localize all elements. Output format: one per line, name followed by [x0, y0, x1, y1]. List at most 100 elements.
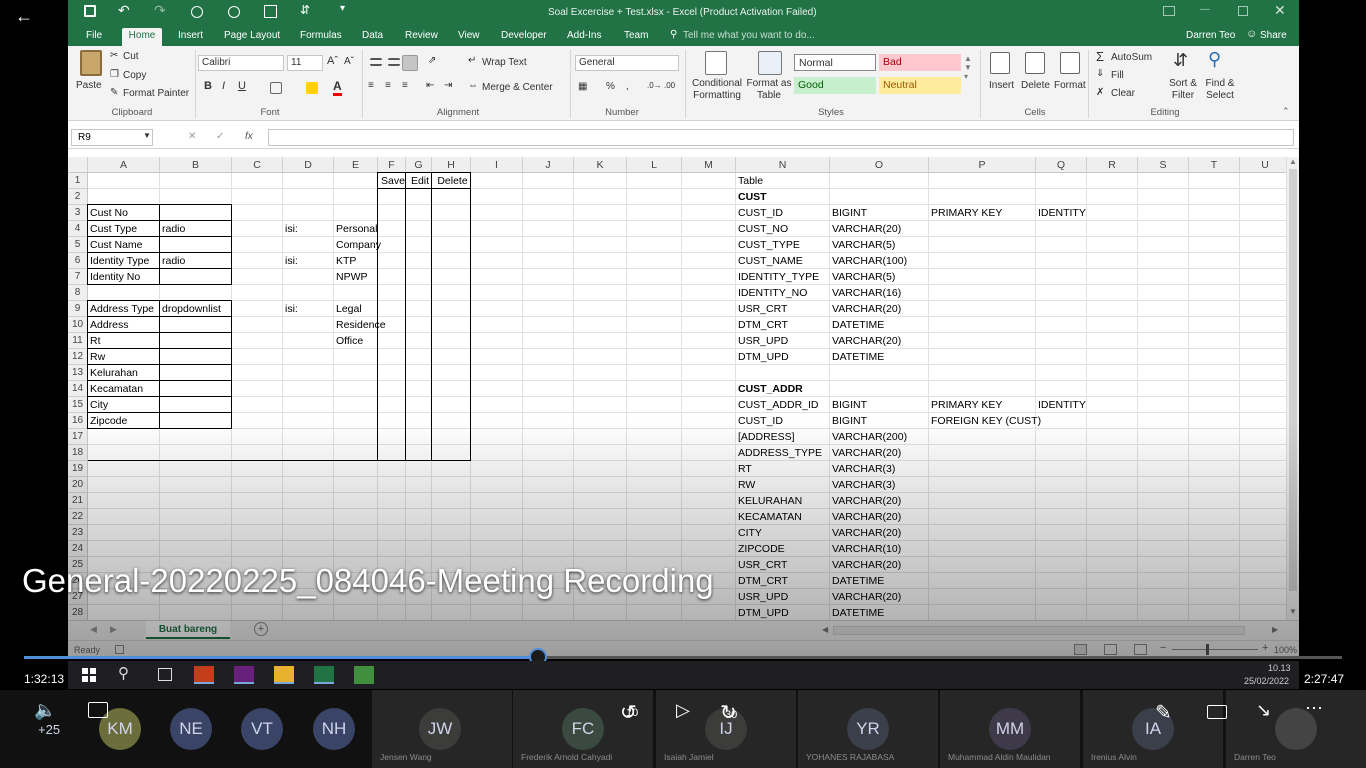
file-explorer-icon[interactable] [274, 666, 294, 684]
fill-button[interactable]: Fill [1111, 70, 1124, 81]
search-icon[interactable]: ⚲ [118, 664, 129, 682]
option-value[interactable]: Residence [334, 317, 386, 333]
row-header[interactable]: 3 [68, 205, 88, 221]
scroll-up-icon[interactable]: ▲ [1289, 157, 1297, 166]
align-middle-icon[interactable] [388, 58, 400, 66]
schema-data-type[interactable]: VARCHAR(20) [830, 493, 929, 509]
share-button[interactable]: Share [1260, 30, 1287, 41]
decrease-font-icon[interactable]: Aˇ [344, 56, 354, 67]
tab-add-ins[interactable]: Add-Ins [563, 28, 605, 46]
field-label[interactable]: Rt [88, 333, 160, 349]
schema-column-name[interactable]: CUST_ID [736, 205, 830, 221]
sort-icon[interactable]: ⇵ [300, 3, 310, 17]
participant-avatar[interactable]: MM [989, 708, 1031, 750]
tab-formulas[interactable]: Formulas [296, 28, 346, 46]
isi-label[interactable]: isi: [283, 301, 334, 317]
schema-column-name[interactable]: RW [736, 477, 830, 493]
field-label[interactable]: Identity No [88, 269, 160, 285]
italic-icon[interactable]: I [222, 80, 225, 92]
visual-studio-icon[interactable] [234, 666, 254, 684]
row-header[interactable]: 19 [68, 461, 88, 477]
excel-icon[interactable] [314, 666, 334, 684]
schema-data-type[interactable]: VARCHAR(20) [830, 525, 929, 541]
close-icon[interactable]: ✕ [1274, 2, 1286, 19]
schema-data-type[interactable]: VARCHAR(3) [830, 461, 929, 477]
undo-icon[interactable]: ↶ [118, 2, 130, 19]
sheet-prev-icon[interactable]: ◀ [90, 624, 97, 635]
column-header[interactable]: S [1138, 157, 1189, 173]
row-header[interactable]: 11 [68, 333, 88, 349]
tab-home[interactable]: Home [122, 28, 162, 46]
column-header[interactable]: I [471, 157, 523, 173]
schema-column-name[interactable]: USR_CRT [736, 301, 830, 317]
schema-column-name[interactable]: CUST_ADDR [736, 381, 830, 397]
indent-icon[interactable]: ⇥ [444, 80, 452, 91]
schema-data-type[interactable]: VARCHAR(20) [830, 589, 929, 605]
tab-insert[interactable]: Insert [174, 28, 207, 46]
hscroll-left-icon[interactable]: ◀ [822, 625, 828, 634]
clear-button[interactable]: Clear [1111, 88, 1135, 99]
wrap-text-button[interactable]: Wrap Text [482, 57, 527, 68]
ribbon-display-icon[interactable] [1163, 6, 1175, 16]
orientation-icon[interactable]: ⇗ [428, 55, 436, 66]
font-color-icon[interactable]: A [333, 79, 342, 96]
schema-data-type[interactable]: VARCHAR(5) [830, 269, 929, 285]
cut-button[interactable]: Cut [123, 51, 139, 62]
schema-column-name[interactable]: Table [736, 173, 830, 189]
row-header[interactable]: 8 [68, 285, 88, 301]
row-header[interactable]: 1 [68, 173, 88, 189]
styles-more-icon[interactable]: ▲ ▼ ▾ [964, 54, 972, 81]
schema-data-type[interactable]: BIGINT [830, 205, 929, 221]
conditional-formatting-button[interactable]: Conditional Formatting [688, 78, 746, 102]
schema-column-name[interactable]: USR_CRT [736, 557, 830, 573]
paste-icon[interactable] [80, 50, 102, 76]
column-header[interactable]: U [1240, 157, 1286, 173]
page-break-view-icon[interactable] [1134, 644, 1147, 655]
schema-column-name[interactable]: USR_UPD [736, 589, 830, 605]
collapse-ribbon-icon[interactable]: ⌃ [1282, 106, 1290, 117]
schema-constraint[interactable]: PRIMARY KEY [929, 205, 1036, 221]
row-header[interactable]: 22 [68, 509, 88, 525]
font-size-select[interactable]: 11 [287, 55, 323, 71]
vertical-scrollbar[interactable]: ▲ ▼ [1286, 157, 1299, 620]
save-icon[interactable] [84, 5, 96, 17]
outdent-icon[interactable]: ⇤ [426, 80, 434, 91]
style-bad[interactable]: Bad [879, 54, 961, 71]
select-all-corner[interactable] [68, 157, 88, 173]
delete-header[interactable]: Delete [432, 173, 471, 189]
column-header[interactable]: R [1087, 157, 1138, 173]
column-header[interactable]: A [88, 157, 160, 173]
worksheet-grid[interactable]: A B C D E F G H I J K L M N O P Q R S T U 1 2 3 4 5 6 7 8 9 10 11 12 13 14… [68, 157, 1286, 620]
row-header[interactable]: 28 [68, 605, 88, 620]
enter-icon[interactable]: ✓ [216, 131, 224, 142]
row-header[interactable]: 12 [68, 349, 88, 365]
row-header[interactable]: 4 [68, 221, 88, 237]
schema-data-type[interactable]: VARCHAR(20) [830, 509, 929, 525]
bold-icon[interactable]: B [204, 80, 212, 92]
minimize-icon[interactable]: — [1200, 4, 1210, 15]
back-arrow-icon[interactable]: ← [12, 4, 36, 28]
column-header[interactable]: P [929, 157, 1036, 173]
participant-avatar[interactable]: NE [170, 708, 212, 750]
find-select-button[interactable]: Find & Select [1202, 78, 1238, 102]
tab-developer[interactable]: Developer [497, 28, 551, 46]
row-header[interactable]: 7 [68, 269, 88, 285]
column-header[interactable]: F [378, 157, 406, 173]
paste-button[interactable]: Paste [76, 80, 102, 91]
field-label[interactable]: Kecamatan [88, 381, 160, 397]
row-header[interactable]: 5 [68, 237, 88, 253]
exit-fullscreen-icon[interactable]: ↘ [1256, 700, 1271, 721]
schema-data-type[interactable]: BIGINT [830, 413, 929, 429]
row-header[interactable]: 17 [68, 429, 88, 445]
column-header[interactable]: D [283, 157, 334, 173]
name-box[interactable]: R9 [71, 129, 153, 146]
schema-column-name[interactable]: DTM_UPD [736, 349, 830, 365]
schema-column-name[interactable]: IDENTITY_NO [736, 285, 830, 301]
column-header[interactable]: O [830, 157, 929, 173]
formula-input[interactable] [268, 129, 1294, 146]
column-header[interactable]: C [232, 157, 283, 173]
schema-column-name[interactable]: DTM_UPD [736, 605, 830, 620]
account-name[interactable]: Darren Teo [1186, 30, 1235, 41]
cancel-icon[interactable]: ✕ [188, 131, 196, 142]
row-header[interactable]: 10 [68, 317, 88, 333]
